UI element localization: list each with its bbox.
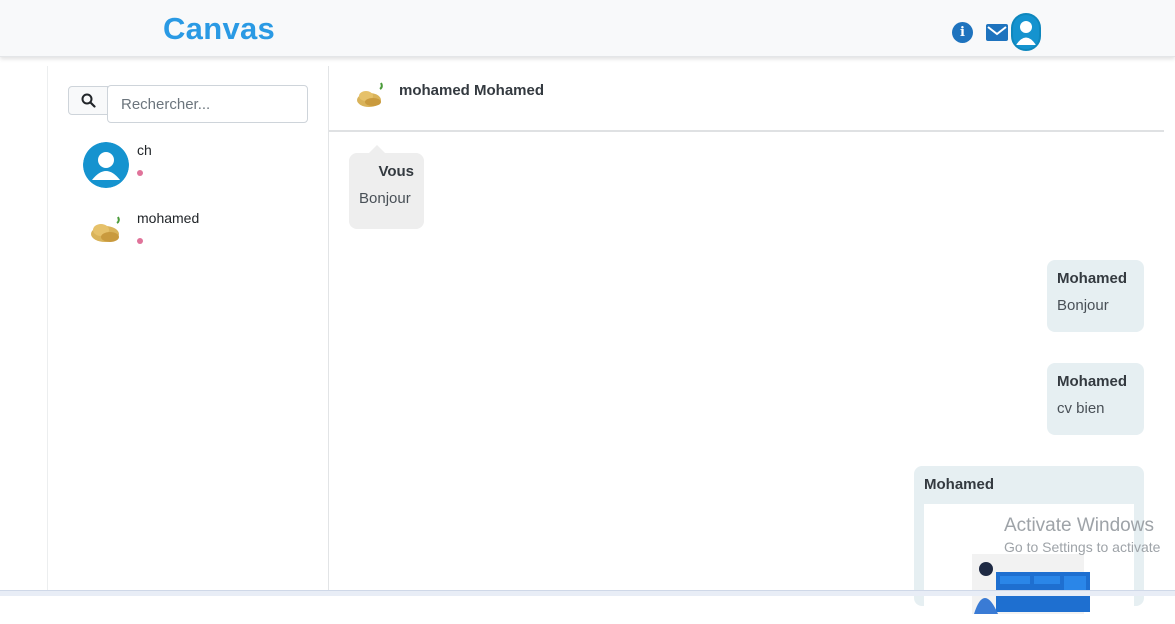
default-user-avatar — [83, 142, 129, 188]
contact-item-ch[interactable]: ch — [83, 142, 313, 192]
search-icon — [81, 93, 96, 108]
contact-item-mohamed[interactable]: mohamed — [83, 210, 313, 260]
message-bubble: Vous Bonjour — [349, 145, 424, 229]
message-text: cv bien — [1057, 400, 1105, 417]
message-text: Bonjour — [359, 190, 411, 207]
user-silhouette-icon — [1016, 21, 1036, 45]
watermark-title: Activate Windows — [1004, 515, 1154, 536]
app-brand[interactable]: Canvas — [163, 11, 275, 47]
contact-name: mohamed — [137, 210, 200, 226]
chat-header: mohamed Mohamed — [329, 66, 1164, 132]
info-icon[interactable]: i — [952, 21, 973, 43]
message-sender: Vous — [378, 163, 414, 180]
message-sender: Mohamed — [1057, 270, 1128, 287]
top-navbar: Canvas i — [0, 0, 1175, 57]
message-text: Bonjour — [1057, 297, 1109, 314]
watermark-subtitle: Go to Settings to activate — [1004, 539, 1161, 555]
contact-name: ch — [137, 142, 152, 158]
status-dot — [137, 170, 143, 176]
search-button[interactable] — [68, 86, 108, 115]
message-sender: Mohamed — [1057, 373, 1128, 390]
taskbar-edge — [0, 590, 1175, 596]
navbar-icons: i — [952, 13, 1041, 51]
message-bubble: Mohamed cv bien — [1047, 363, 1144, 435]
message-bubble: Mohamed Bonjour — [1047, 260, 1144, 332]
chat-contact-name: mohamed Mohamed — [399, 82, 545, 99]
message-sender: Mohamed — [924, 476, 995, 493]
user-avatar[interactable] — [1011, 13, 1041, 51]
search-input[interactable] — [107, 85, 308, 123]
contacts-sidebar: ch mohamed — [47, 66, 329, 596]
mail-icon[interactable] — [986, 23, 1008, 41]
bread-avatar — [357, 82, 383, 107]
status-dot — [137, 238, 143, 244]
activate-windows-watermark: Activate Windows Go to Settings to activ… — [1004, 515, 1160, 555]
bread-avatar — [83, 210, 129, 256]
